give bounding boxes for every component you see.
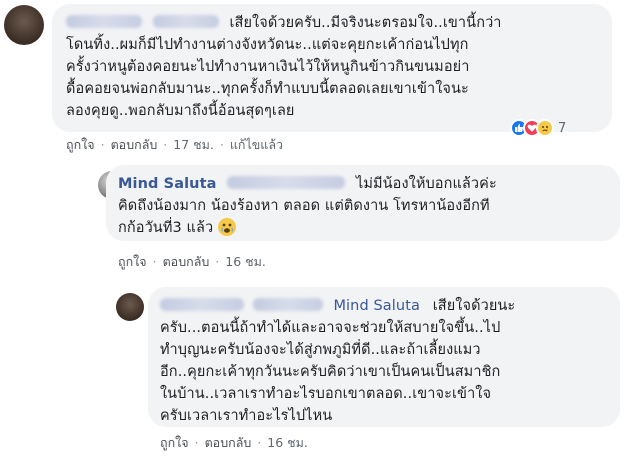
like-link[interactable]: ถูกใจ xyxy=(66,137,95,152)
reply-link[interactable]: ตอบกลับ xyxy=(163,254,210,269)
blurred-author-name[interactable] xyxy=(252,298,323,311)
nested-reply-text-line: ครับ...ตอนนี้ถ้าทำได้และอาจจะช่วยให้สบาย… xyxy=(160,320,501,336)
comment-text-line: โดนทิ้ง..ผมก็มีไปทำงานต่างจังหวัดนะ..แต่… xyxy=(66,37,469,53)
nested-reply-text-line: ครับเวลาเราทำอะไรไปไหน xyxy=(160,408,333,424)
blurred-author-name[interactable] xyxy=(160,298,244,311)
reply-actions: ถูกใจ · ตอบกลับ · 16 ชม. xyxy=(118,254,266,269)
crying-face-emoji-icon xyxy=(217,218,236,236)
reply-text-line: ไม่มีน้องให้บอกแล้วค่ะ xyxy=(355,176,497,192)
reply-author-name[interactable]: Mind Saluta xyxy=(118,176,217,192)
comment-text-line: ครั้งว่าหนูต้องคอยนะไปทำงานหาเงินไว้ให้ห… xyxy=(66,59,470,75)
timestamp[interactable]: 17 ชม. xyxy=(173,137,214,152)
reply-text-line: กก้อวันที่3 แล้ว xyxy=(118,220,214,236)
blurred-author-name[interactable] xyxy=(66,15,142,28)
nested-reply-avatar[interactable] xyxy=(116,293,144,321)
reply-bubble: Mind Saluta ไม่มีน้องให้บอกแล้วค่ะ คิดถึ… xyxy=(106,165,620,241)
nested-reply-text-line: ในบ้าน..เวลาเราทำอะไรบอกเขาตลอด..เขาจะเข… xyxy=(160,386,492,402)
reply-link[interactable]: ตอบกลับ xyxy=(205,435,252,450)
comment-bubble: เสียใจด้วยครับ..มีจริงนะตรอมใจ..เขานี้กว… xyxy=(52,4,612,132)
reply-link[interactable]: ตอบกลับ xyxy=(111,137,158,152)
comment-actions: ถูกใจ · ตอบกลับ · 17 ชม. · แก้ไขแล้ว xyxy=(66,137,284,152)
commenter-avatar[interactable] xyxy=(4,5,44,45)
reply-text-line: คิดถึงน้องมาก น้องร้องหา ตลอด แต่ติดงาน … xyxy=(118,198,490,214)
blurred-tagged-name[interactable] xyxy=(227,176,346,189)
comment-text-line: เสียใจด้วยครับ..มีจริงนะตรอมใจ..เขานี้กว… xyxy=(229,15,502,31)
like-link[interactable]: ถูกใจ xyxy=(118,254,147,269)
timestamp[interactable]: 16 ชม. xyxy=(267,435,308,450)
reactions-summary[interactable]: 7 xyxy=(510,119,566,137)
nested-reply-text-line: ทำบุญนะครับน้องจะได้สู่ภพภูมิที่ดี..และถ… xyxy=(160,342,481,358)
timestamp[interactable]: 16 ชม. xyxy=(225,254,266,269)
mention-tag[interactable]: Mind Saluta xyxy=(333,298,420,314)
reaction-count[interactable]: 7 xyxy=(558,121,566,136)
sad-reaction-icon xyxy=(536,119,554,137)
nested-reply-text-line: เสียใจด้วยนะ xyxy=(432,298,516,314)
comment-text-line: ดื้อคอยจนพ่อกลับมานะ..ทุกครั้งก็ทำแบบนี้… xyxy=(66,81,469,97)
nested-reply-actions: ถูกใจ · ตอบกลับ · 16 ชม. xyxy=(160,435,308,450)
blurred-author-name[interactable] xyxy=(152,15,219,28)
nested-reply-bubble: Mind Saluta เสียใจด้วยนะ ครับ...ตอนนี้ถ้… xyxy=(148,287,620,427)
like-link[interactable]: ถูกใจ xyxy=(160,435,189,450)
edited-label[interactable]: แก้ไขแล้ว xyxy=(230,137,283,152)
nested-reply-text-line: อีก..คุยกะเค้าทุกวันนะครับคิดว่าเขาเป็นค… xyxy=(160,364,501,380)
